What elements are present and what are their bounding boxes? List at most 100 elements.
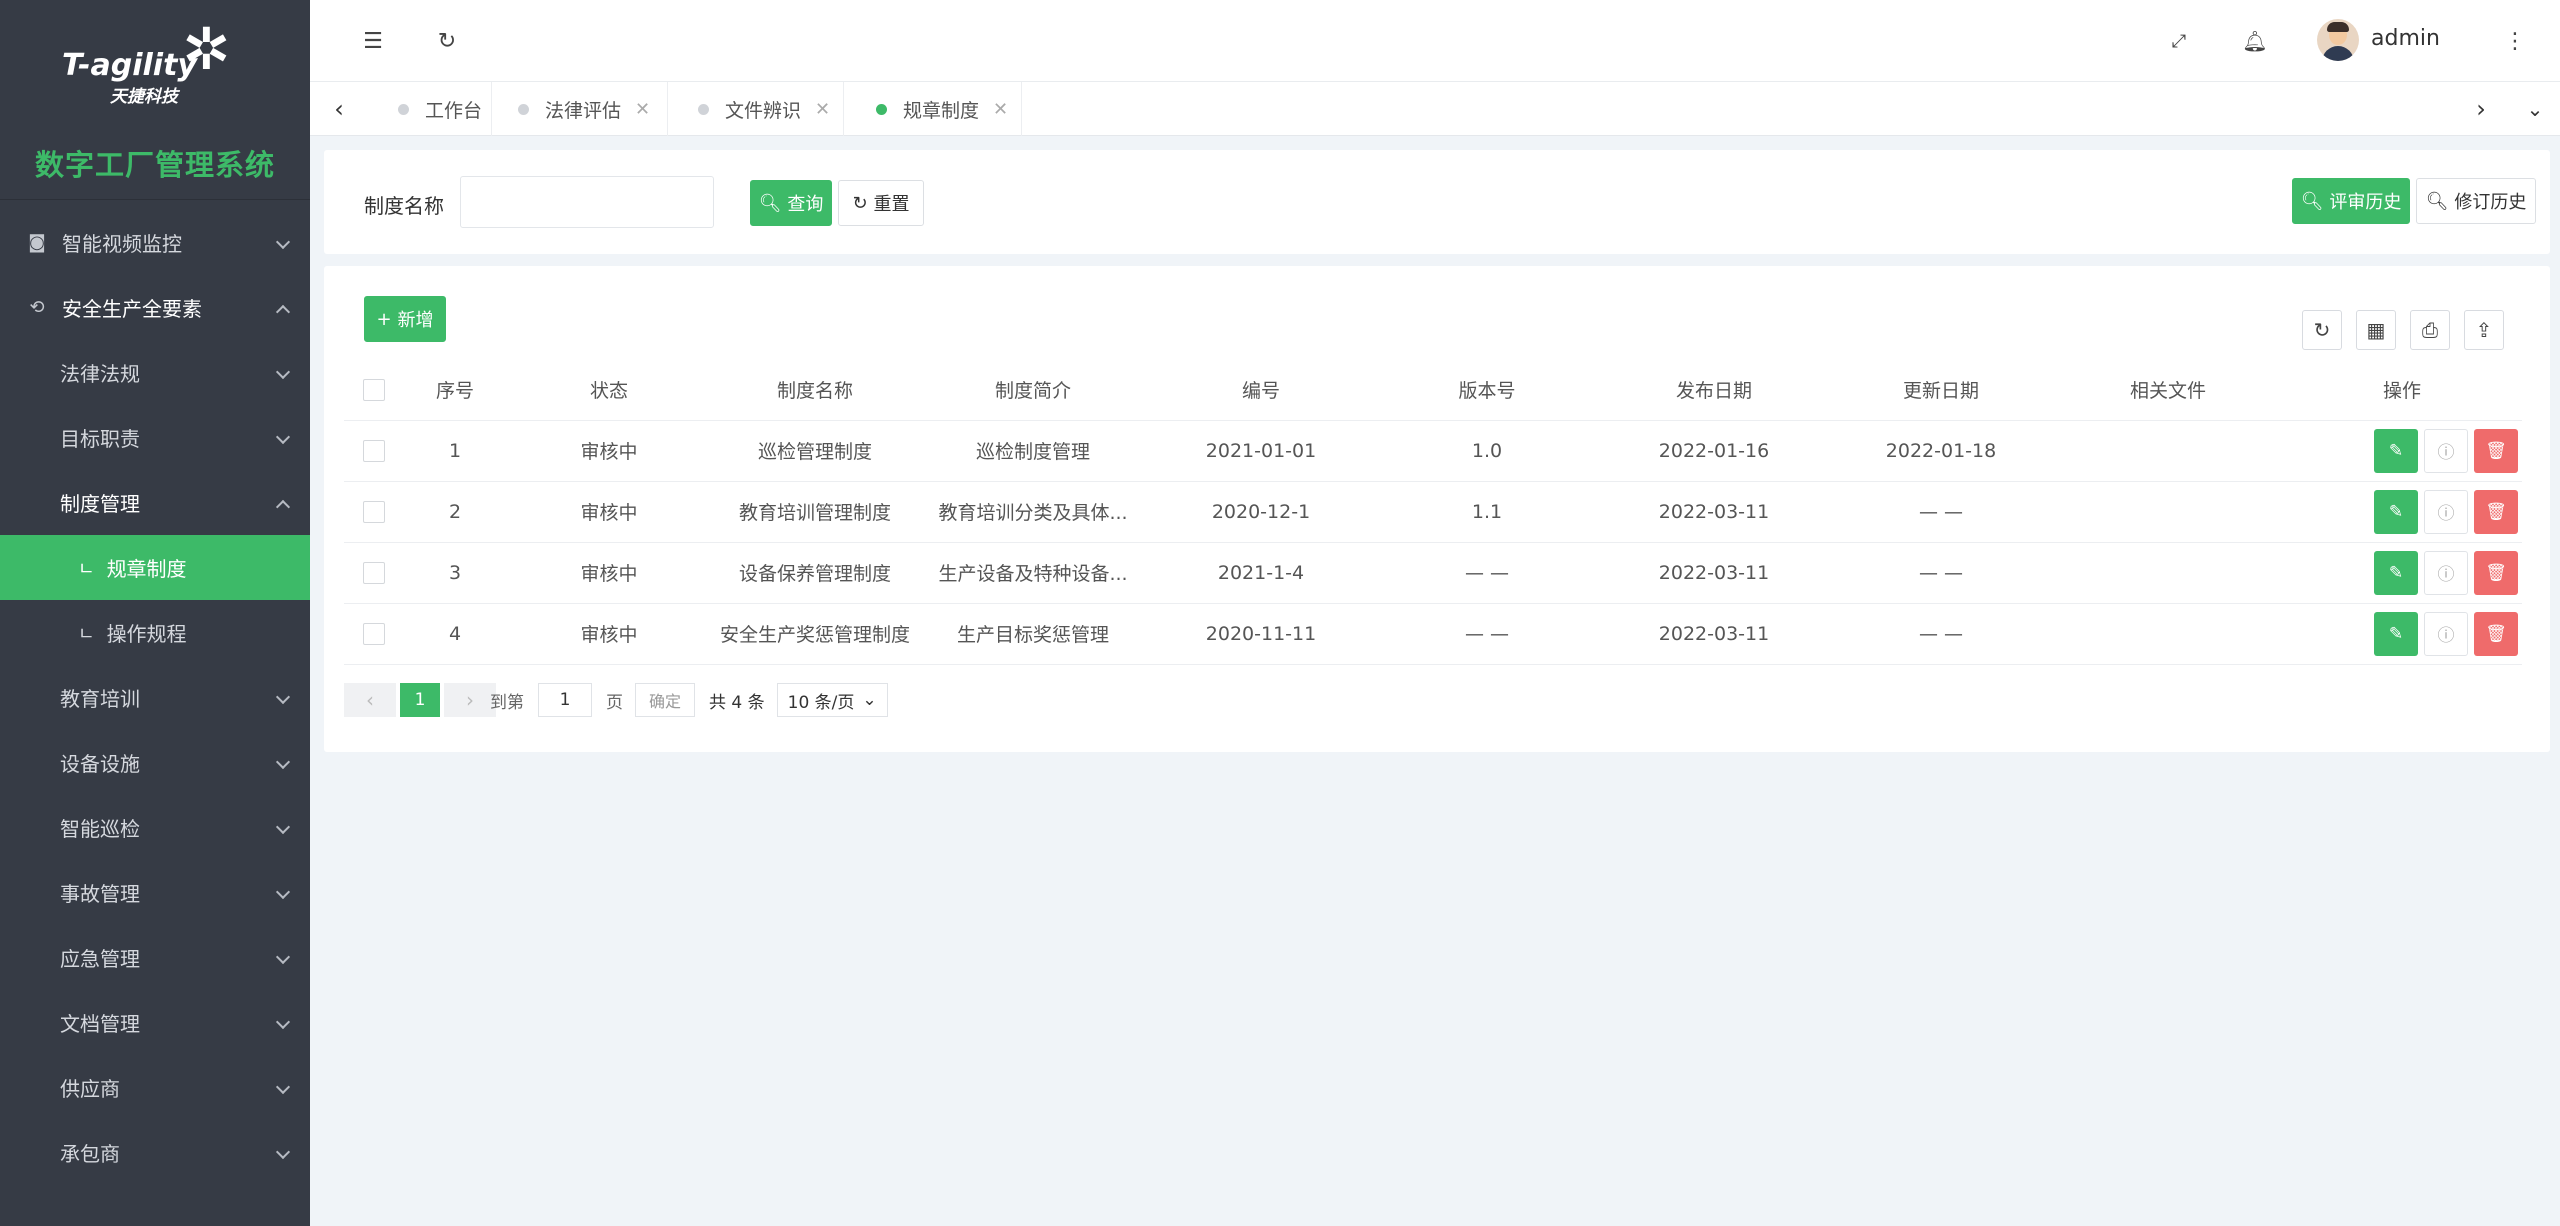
cell-files xyxy=(2054,603,2282,665)
col-header: 制度简介 xyxy=(918,360,1148,421)
tree-branch-icon: ㄴ xyxy=(78,623,95,645)
columns-icon[interactable]: ▦ xyxy=(2356,310,2396,350)
sidebar-item-video-monitor[interactable]: ◙ 智能视频监控 xyxy=(0,210,310,275)
add-button-label: 新增 xyxy=(397,310,434,331)
col-header: 版本号 xyxy=(1374,360,1600,421)
cell-name: 巡检管理制度 xyxy=(712,420,918,482)
query-button-label: 查询 xyxy=(787,194,824,215)
export-icon[interactable]: ⇪ xyxy=(2464,310,2504,350)
sidebar-item-laws[interactable]: 法律法规 xyxy=(0,340,310,405)
edit-button[interactable]: ✎ xyxy=(2374,428,2418,473)
tab-scroll-right-icon[interactable]: › xyxy=(2468,96,2494,122)
sidebar-item-label: 法律法规 xyxy=(60,362,140,386)
sidebar-item-contractors[interactable]: 承包商 xyxy=(0,1120,310,1185)
add-button[interactable]: + 新增 xyxy=(364,296,446,342)
info-button[interactable]: ⓘ xyxy=(2424,550,2468,595)
cell-intro: 生产目标奖惩管理 xyxy=(918,603,1148,665)
sidebar-item-label: 安全生产全要素 xyxy=(62,297,202,321)
search-input[interactable] xyxy=(460,176,714,228)
sidebar-item-label: 智能视频监控 xyxy=(62,232,182,256)
menu-fold-icon[interactable]: ☰ xyxy=(356,24,390,58)
cell-code: 2021-1-4 xyxy=(1148,542,1374,604)
review-history-button[interactable]: 🔍︎ 评审历史 xyxy=(2292,178,2410,224)
cell-publish-date: 2022-03-11 xyxy=(1600,481,1828,543)
search-label: 制度名称 xyxy=(364,194,444,218)
row-checkbox[interactable] xyxy=(363,561,385,584)
chevron-down-icon xyxy=(275,884,291,899)
sidebar-item-equipment[interactable]: 设备设施 xyxy=(0,730,310,795)
row-checkbox[interactable] xyxy=(363,439,385,462)
chevron-down-icon xyxy=(275,949,291,964)
delete-button[interactable]: 🗑︎ xyxy=(2474,428,2518,473)
sidebar-item-inspection[interactable]: 智能巡检 xyxy=(0,795,310,860)
system-title: 数字工厂管理系统 xyxy=(34,148,275,182)
top-header: ☰ ↻ ⤢ 🔔︎ admin ⋮ xyxy=(310,0,2560,82)
cell-no: 4 xyxy=(404,603,506,665)
edit-button[interactable]: ✎ xyxy=(2374,550,2418,595)
refresh-icon[interactable]: ↻ xyxy=(430,24,464,58)
reset-button[interactable]: ↻ 重置 xyxy=(838,180,924,226)
close-icon[interactable]: ✕ xyxy=(993,99,1008,120)
chevron-down-icon: ⌄ xyxy=(862,690,877,710)
prev-page-icon[interactable]: ‹ xyxy=(344,683,396,717)
tab-law-evaluation[interactable]: 法律评估 ✕ xyxy=(492,82,668,136)
delete-button[interactable]: 🗑︎ xyxy=(2474,489,2518,534)
page-size-select[interactable]: 10 条/页 ⌄ xyxy=(776,683,888,717)
sidebar: T-agility ✲ 天捷科技 数字工厂管理系统 ◙ 智能视频监控 ⟲ 安全生… xyxy=(0,0,310,1226)
logo-star-icon: ✲ xyxy=(182,15,231,83)
chevron-down-icon xyxy=(275,1014,291,1029)
delete-button[interactable]: 🗑︎ xyxy=(2474,611,2518,656)
info-button[interactable]: ⓘ xyxy=(2424,611,2468,656)
sidebar-item-goals[interactable]: 目标职责 xyxy=(0,405,310,470)
sidebar-item-documents[interactable]: 文档管理 xyxy=(0,990,310,1055)
close-icon[interactable]: ✕ xyxy=(635,99,650,120)
cell-status: 审核中 xyxy=(506,420,712,482)
username[interactable]: admin xyxy=(2371,26,2440,51)
table-refresh-icon[interactable]: ↻ xyxy=(2302,310,2342,350)
cell-ops: ✎ ⓘ 🗑︎ xyxy=(2282,603,2522,665)
print-icon[interactable]: ⎙ xyxy=(2410,310,2450,350)
goto-confirm-button[interactable]: 确定 xyxy=(635,683,695,717)
cell-publish-date: 2022-03-11 xyxy=(1600,542,1828,604)
cell-update-date: — — xyxy=(1828,481,2054,543)
sidebar-item-training[interactable]: 教育培训 xyxy=(0,665,310,730)
info-button[interactable]: ⓘ xyxy=(2424,428,2468,473)
cell-files xyxy=(2054,542,2282,604)
row-checkbox[interactable] xyxy=(363,500,385,523)
search-icon: 🔍︎ xyxy=(2300,190,2324,212)
revision-history-button[interactable]: 🔍︎ 修订历史 xyxy=(2416,178,2536,224)
sidebar-item-safety-elements[interactable]: ⟲ 安全生产全要素 xyxy=(0,275,310,340)
sidebar-item-accident[interactable]: 事故管理 xyxy=(0,860,310,925)
sidebar-item-emergency[interactable]: 应急管理 xyxy=(0,925,310,990)
sidebar-item-system-mgmt[interactable]: 制度管理 xyxy=(0,470,310,535)
tab-regulations[interactable]: 规章制度 ✕ xyxy=(844,82,1022,136)
info-button[interactable]: ⓘ xyxy=(2424,489,2468,534)
next-page-icon[interactable]: › xyxy=(444,683,496,717)
page-current[interactable]: 1 xyxy=(400,683,440,717)
tab-scroll-left-icon[interactable]: ‹ xyxy=(326,96,352,122)
goto-page-input[interactable]: 1 xyxy=(538,683,592,717)
tab-workbench[interactable]: 工作台 xyxy=(372,82,492,136)
edit-button[interactable]: ✎ xyxy=(2374,489,2418,534)
query-button[interactable]: 🔍︎ 查询 xyxy=(750,180,832,226)
select-all-checkbox[interactable] xyxy=(363,379,385,401)
cell-files xyxy=(2054,420,2282,482)
delete-button[interactable]: 🗑︎ xyxy=(2474,550,2518,595)
tab-label: 法律评估 xyxy=(545,99,622,122)
avatar[interactable] xyxy=(2317,19,2359,61)
edit-button[interactable]: ✎ xyxy=(2374,611,2418,656)
sidebar-item-regulations[interactable]: ㄴ 规章制度 xyxy=(0,535,310,600)
sidebar-item-procedures[interactable]: ㄴ 操作规程 xyxy=(0,600,310,665)
bell-icon[interactable]: 🔔︎ xyxy=(2238,24,2272,58)
sidebar-item-suppliers[interactable]: 供应商 xyxy=(0,1055,310,1120)
cell-version: — — xyxy=(1374,542,1600,604)
plus-icon: + xyxy=(376,308,392,330)
tab-file-identification[interactable]: 文件辨识 ✕ xyxy=(668,82,844,136)
cell-no: 2 xyxy=(404,481,506,543)
row-checkbox[interactable] xyxy=(363,622,385,645)
tab-dropdown-icon[interactable]: ⌄ xyxy=(2522,96,2548,122)
more-vertical-icon[interactable]: ⋮ xyxy=(2498,24,2532,58)
tab-bar: ‹ 工作台 法律评估 ✕ 文件辨识 ✕ 规章制度 ✕ › ⌄ xyxy=(310,82,2560,136)
close-icon[interactable]: ✕ xyxy=(815,99,830,120)
fullscreen-icon[interactable]: ⤢ xyxy=(2162,24,2196,58)
